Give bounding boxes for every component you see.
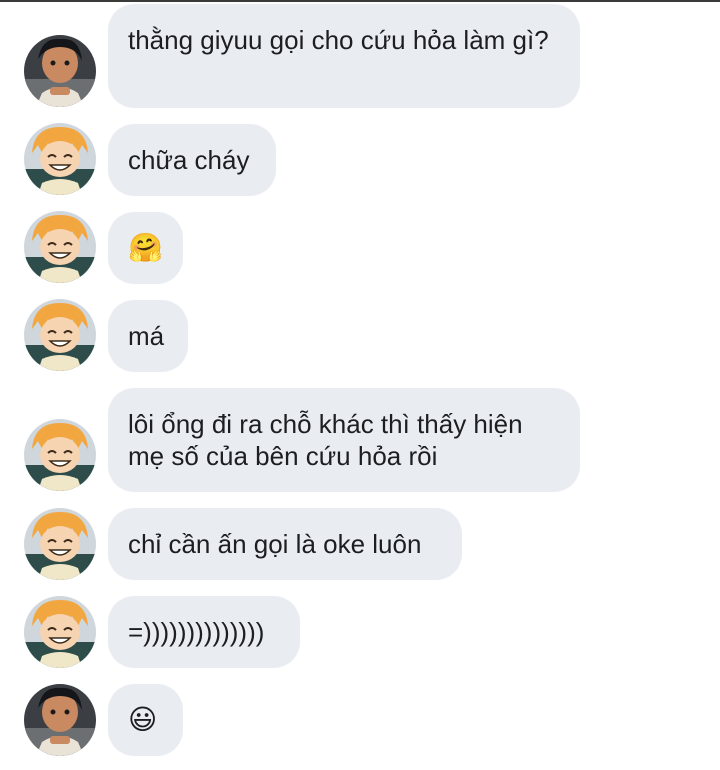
message-bubble[interactable]: 😃 <box>108 684 183 756</box>
avatar-orange-hair-icon <box>24 123 96 195</box>
avatar-dark-hair-icon <box>24 684 96 756</box>
avatar-dark-hair-icon <box>24 35 96 107</box>
avatar-orange-hair[interactable] <box>24 123 96 195</box>
message-bubble[interactable]: 🤗 <box>108 212 183 284</box>
avatar-dark-hair[interactable] <box>24 35 96 107</box>
message-bubble[interactable]: chữa cháy <box>108 124 276 196</box>
avatar-orange-hair[interactable] <box>24 508 96 580</box>
top-divider <box>0 0 720 2</box>
message-bubble[interactable]: =)))))))))))))) <box>108 596 300 668</box>
message-bubble[interactable]: má <box>108 300 188 372</box>
avatar-orange-hair-icon <box>24 508 96 580</box>
avatar-orange-hair[interactable] <box>24 596 96 668</box>
message-bubble[interactable]: chỉ cần ấn gọi là oke luôn <box>108 508 462 580</box>
avatar-orange-hair-icon <box>24 299 96 371</box>
avatar-dark-hair[interactable] <box>24 684 96 756</box>
message-bubble[interactable]: lôi ổng đi ra chỗ khác thì thấy hiện mẹ … <box>108 388 580 492</box>
avatar-orange-hair-icon <box>24 211 96 283</box>
avatar-orange-hair[interactable] <box>24 419 96 491</box>
avatar-orange-hair-icon <box>24 419 96 491</box>
avatar-orange-hair[interactable] <box>24 211 96 283</box>
avatar-orange-hair[interactable] <box>24 299 96 371</box>
message-bubble[interactable]: thằng giyuu gọi cho cứu hỏa làm gì? <box>108 4 580 108</box>
avatar-orange-hair-icon <box>24 596 96 668</box>
